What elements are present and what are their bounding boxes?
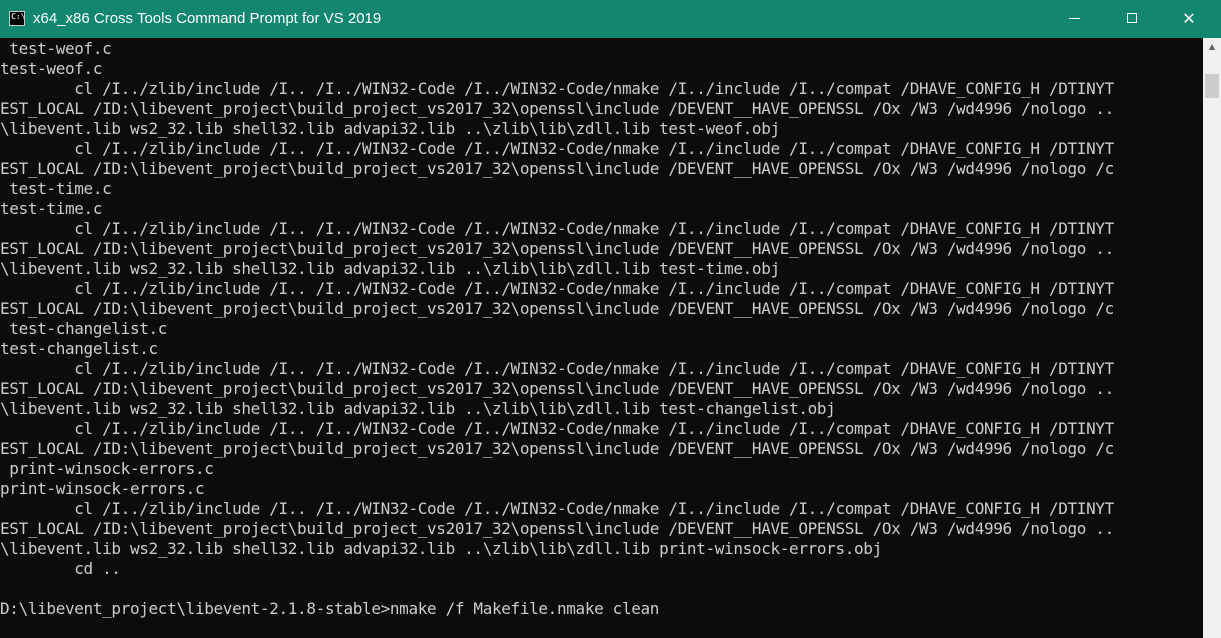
maximize-icon [1127,13,1137,23]
console-window: C:\ x64_x86 Cross Tools Command Prompt f… [0,0,1221,638]
scroll-up-arrow-icon[interactable]: ▲ [1203,38,1221,55]
console-line: D:\libevent_project\libevent-2.1.8-stabl… [0,599,660,618]
console-line: EST_LOCAL /ID:\libevent_project\build_pr… [0,239,1114,258]
command-prompt-icon-glyph: C:\ [11,12,26,21]
console-line: print-winsock-errors.c [0,459,214,478]
close-icon: ✕ [1182,9,1196,28]
console-line: test-weof.c [0,39,112,58]
vertical-scrollbar[interactable]: ▲ [1203,38,1221,638]
console-line: test-changelist.c [0,319,168,338]
console-line: print-winsock-errors.c [0,479,205,498]
console-line: test-time.c [0,199,103,218]
close-button[interactable]: ✕ [1166,0,1212,38]
console-line: test-weof.c [0,59,103,78]
console-line: cl /I../zlib/include /I.. /I../WIN32-Cod… [0,359,1114,378]
window-title: x64_x86 Cross Tools Command Prompt for V… [33,10,382,27]
console-line: \libevent.lib ws2_32.lib shell32.lib adv… [0,119,780,138]
scrollbar-thumb[interactable] [1205,74,1219,98]
console-line: \libevent.lib ws2_32.lib shell32.lib adv… [0,259,780,278]
console-line: EST_LOCAL /ID:\libevent_project\build_pr… [0,159,1114,178]
maximize-button[interactable] [1109,0,1155,38]
console-line: EST_LOCAL /ID:\libevent_project\build_pr… [0,519,1114,538]
console-line: \libevent.lib ws2_32.lib shell32.lib adv… [0,539,882,558]
console-line: cl /I../zlib/include /I.. /I../WIN32-Cod… [0,79,1114,98]
console-line: cd .. [0,559,121,578]
console-line: cl /I../zlib/include /I.. /I../WIN32-Cod… [0,499,1114,518]
console-output[interactable]: test-weof.c test-weof.c cl /I../zlib/incl… [0,38,1203,638]
console-line: EST_LOCAL /ID:\libevent_project\build_pr… [0,379,1114,398]
console-line: EST_LOCAL /ID:\libevent_project\build_pr… [0,99,1114,118]
console-line: cl /I../zlib/include /I.. /I../WIN32-Cod… [0,279,1114,298]
console-line: EST_LOCAL /ID:\libevent_project\build_pr… [0,439,1114,458]
minimize-button[interactable] [1052,0,1098,38]
console-line: EST_LOCAL /ID:\libevent_project\build_pr… [0,299,1114,318]
console-line: cl /I../zlib/include /I.. /I../WIN32-Cod… [0,419,1114,438]
title-bar[interactable]: C:\ x64_x86 Cross Tools Command Prompt f… [0,0,1221,38]
command-prompt-icon[interactable]: C:\ [9,11,25,26]
console-line: test-time.c [0,179,112,198]
console-line: cl /I../zlib/include /I.. /I../WIN32-Cod… [0,219,1114,238]
minimize-icon [1069,18,1080,19]
console-line: test-changelist.c [0,339,158,358]
console-line: cl /I../zlib/include /I.. /I../WIN32-Cod… [0,139,1114,158]
console-line: \libevent.lib ws2_32.lib shell32.lib adv… [0,399,836,418]
